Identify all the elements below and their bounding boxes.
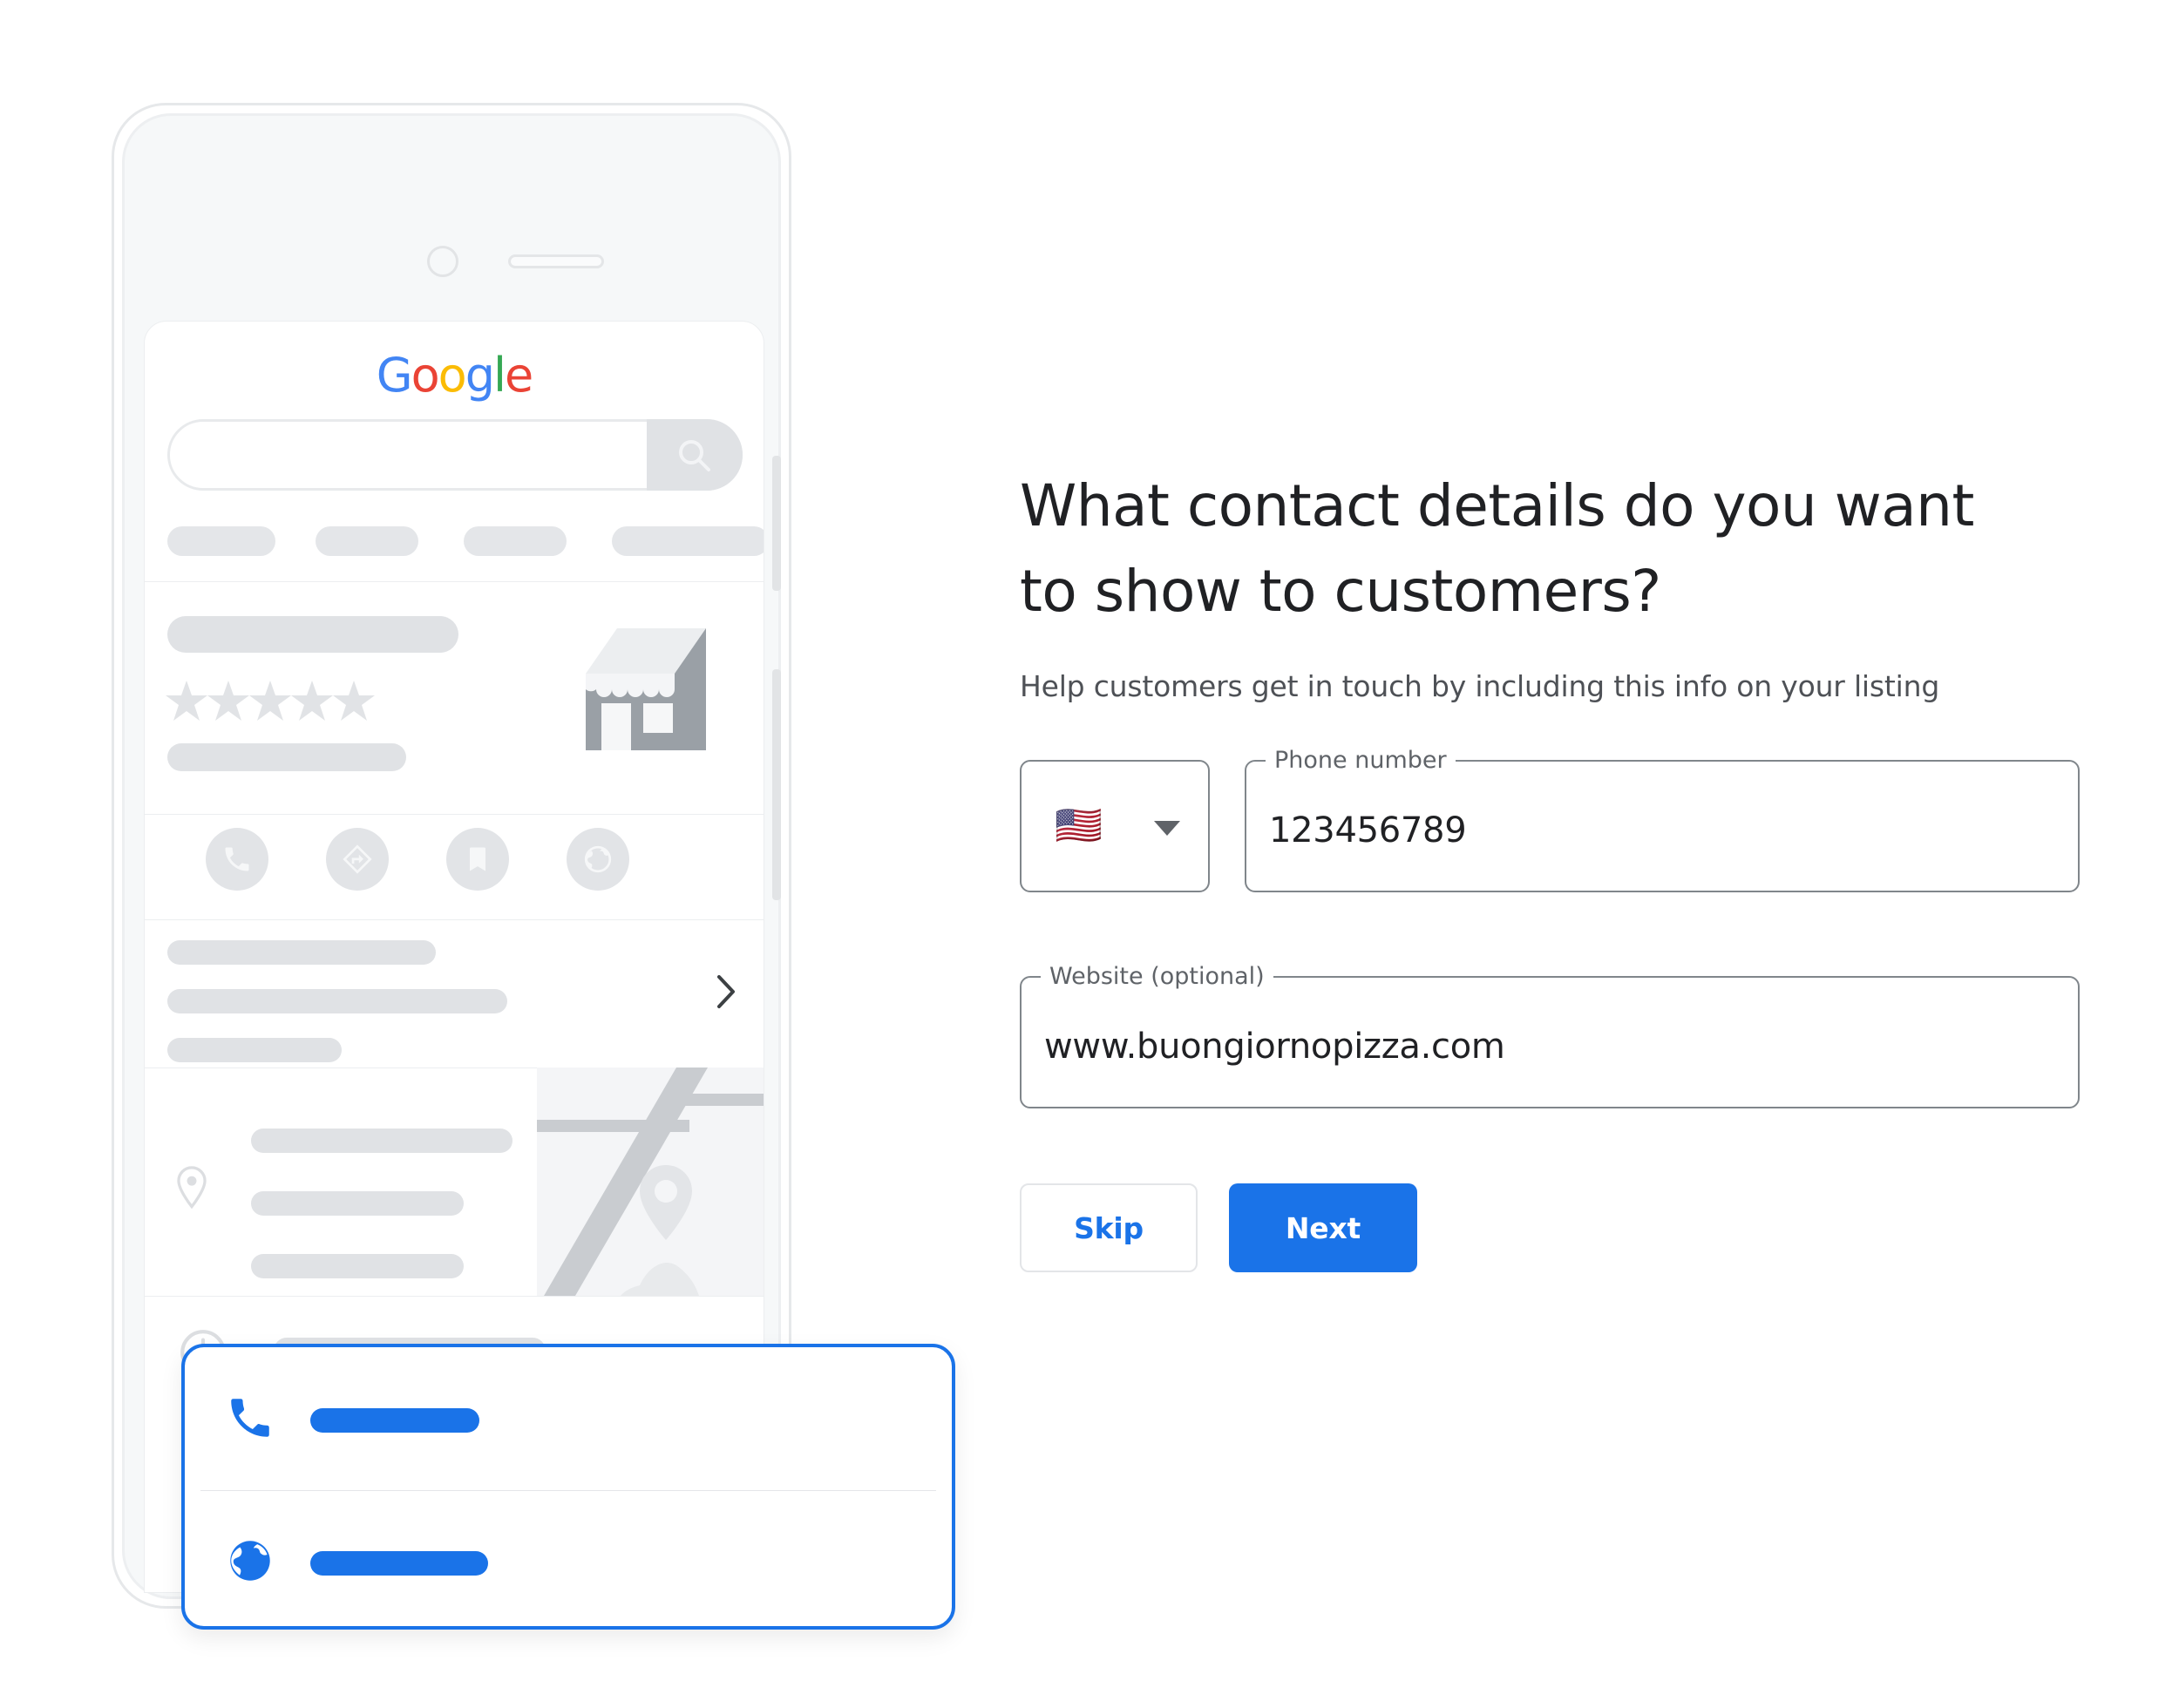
save-bookmark-icon [470,847,485,871]
call-icon [225,847,249,871]
phone-icon [231,1399,269,1437]
logo-letter-g2: g [465,348,495,403]
logo-letter-g1: G [376,348,413,403]
directions-action-button[interactable] [326,828,389,891]
country-code-select[interactable]: 🇺🇸 [1020,760,1210,892]
website-value: www.buongiornopizza.com [1044,1027,1505,1067]
call-action-button[interactable] [206,828,268,891]
chevron-right-icon [717,975,735,1008]
chevron-down-icon [1154,821,1180,836]
logo-letter-l: l [492,348,506,403]
search-bar[interactable] [167,419,743,491]
divider [145,581,764,582]
website-field[interactable]: Website (optional) www.buongiornopizza.c… [1020,963,2080,1108]
phone-power-button [772,669,781,900]
phone-front-camera-icon [427,246,458,277]
logo-letter-e: e [505,348,533,403]
skip-button[interactable]: Skip [1020,1183,1198,1272]
business-actions-row [145,814,764,918]
search-icon [679,440,710,471]
logo-letter-o1: o [411,348,440,403]
phone-number-label: Phone number [1266,747,1456,774]
contact-details-form-panel: What contact details do you want to show… [1020,0,2101,1708]
address-line-placeholder [251,1191,464,1216]
filter-chip[interactable] [167,526,275,556]
business-address-row[interactable] [145,1068,764,1296]
business-name-placeholder [167,616,458,653]
website-action-button[interactable] [567,828,629,891]
address-line-placeholder [251,1128,513,1153]
info-line-placeholder [167,989,507,1013]
directions-icon [343,844,372,874]
phone-earpiece-speaker [508,254,604,268]
map-thumbnail[interactable] [537,1068,764,1296]
rating-stars [166,677,384,730]
save-action-button[interactable] [446,828,509,891]
phone-number-field[interactable]: Phone number 123456789 [1245,747,2080,892]
filter-chips-row [167,526,764,556]
google-logo: Google [145,348,764,403]
storefront-icon [563,620,720,781]
filter-chip[interactable] [612,526,764,556]
business-info-row[interactable] [145,919,764,1068]
globe-icon [230,1541,270,1581]
contact-details-callout-card [181,1344,955,1630]
next-button[interactable]: Next [1229,1183,1417,1272]
search-submit-button[interactable] [647,419,743,491]
callout-phone-value-bar [310,1408,479,1433]
phone-volume-button [772,456,781,591]
info-line-placeholder [167,1038,342,1062]
address-line-placeholder [251,1254,464,1278]
business-category-placeholder [167,743,406,771]
website-label: Website (optional) [1041,963,1273,990]
website-globe-icon [584,845,612,873]
filter-chip[interactable] [464,526,567,556]
callout-phone-row[interactable] [185,1347,952,1490]
filter-chip[interactable] [316,526,418,556]
us-flag-icon: 🇺🇸 [1055,803,1103,848]
location-pin-icon [177,1166,207,1210]
phone-mockup-illustration: Google [103,96,955,1630]
page-title: What contact details do you want to show… [1020,472,1974,626]
info-line-placeholder [167,940,436,965]
callout-website-row[interactable] [185,1490,952,1633]
callout-website-value-bar [310,1551,488,1576]
page-subtitle: Help customers get in touch by including… [1020,669,1940,703]
logo-letter-o2: o [438,348,467,403]
phone-number-value: 123456789 [1269,810,1467,851]
